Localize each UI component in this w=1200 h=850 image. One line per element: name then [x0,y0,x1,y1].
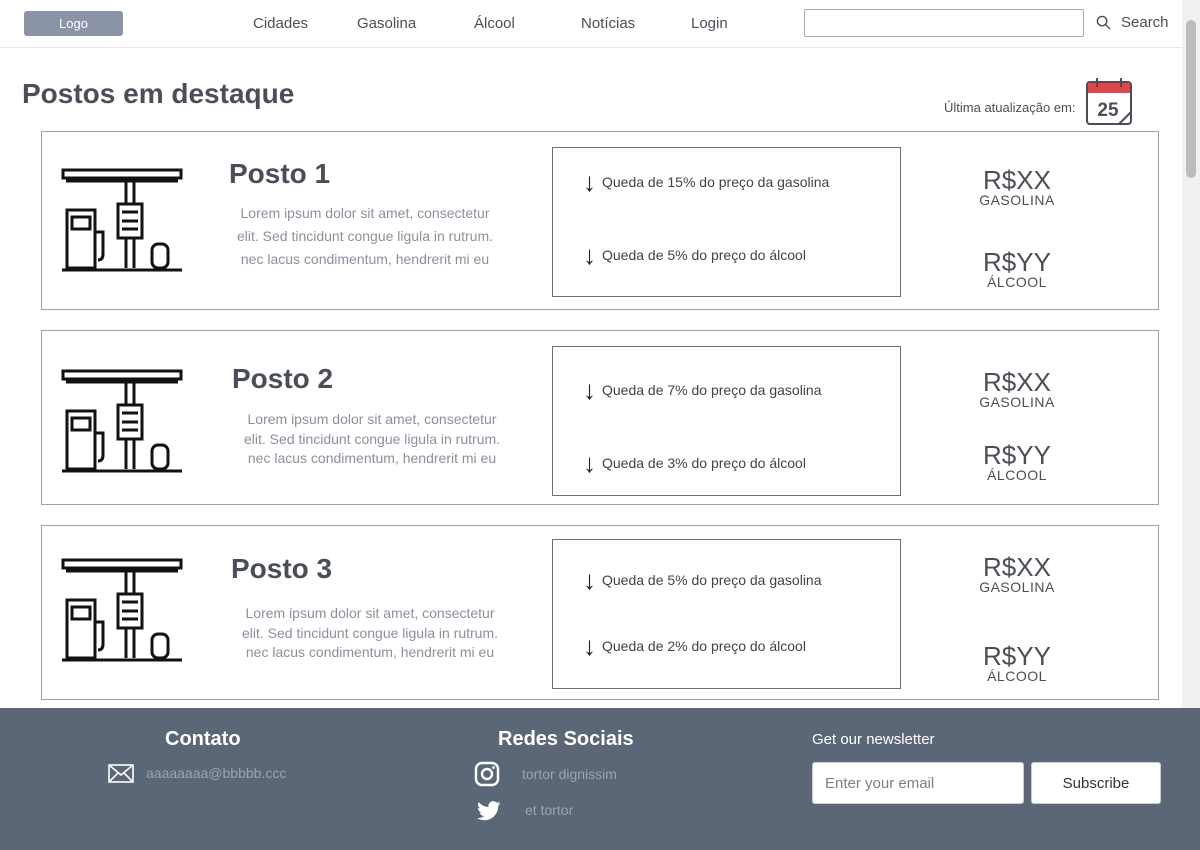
gas-station-icon [61,558,183,662]
search-label: Search [1121,14,1169,31]
calendar-icon: 25 [1086,78,1132,125]
newsletter-title: Get our newsletter [812,731,935,748]
arrow-down-icon: ↓ [583,375,596,405]
station-name[interactable]: Posto 2 [232,363,333,395]
footer: Contato aaaaaaaa@bbbbb.ccc Redes Sociais… [0,708,1200,850]
drop-alcohol: ↓ Queda de 2% do preço do álcool [583,631,806,661]
station-card-1[interactable]: Posto 1 Lorem ipsum dolor sit amet, cons… [41,131,1159,310]
station-description: Lorem ipsum dolor sit amet, consectetur … [236,205,494,267]
station-name[interactable]: Posto 1 [229,158,330,190]
mail-icon [108,764,134,783]
arrow-down-icon: ↓ [583,631,596,661]
social-instagram-label[interactable]: tortor dignissim [522,766,617,782]
scrollbar-thumb[interactable] [1186,20,1196,178]
logo[interactable]: Logo [24,11,123,36]
drop-gasoline: ↓ Queda de 7% do preço da gasolina [583,375,822,405]
newsletter-email-input[interactable] [812,762,1024,804]
price-alcohol: R$YY ÁLCOOL [983,247,1051,290]
page-title: Postos em destaque [22,78,295,109]
price-alcohol: R$YY ÁLCOOL [983,440,1051,483]
station-description: Lorem ipsum dolor sit amet, consectetur … [243,411,501,466]
price-drops-box: ↓ Queda de 15% do preço da gasolina ↓ Qu… [552,147,901,297]
price-drops-box: ↓ Queda de 5% do preço da gasolina ↓ Que… [552,539,901,689]
subscribe-button[interactable]: Subscribe [1031,762,1161,804]
drop-gasoline: ↓ Queda de 5% do preço da gasolina [583,565,822,595]
contact-title: Contato [165,728,241,750]
drop-gasoline: ↓ Queda de 15% do preço da gasolina [583,167,830,197]
social-title: Redes Sociais [498,728,634,750]
nav-link-noticias[interactable]: Notícias [581,15,635,32]
price-alcohol: R$YY ÁLCOOL [983,641,1051,684]
search-input[interactable] [804,9,1084,37]
nav-link-cidades[interactable]: Cidades [253,15,308,32]
arrow-down-icon: ↓ [583,565,596,595]
gas-station-icon [61,369,183,473]
drop-alcohol: ↓ Queda de 5% do preço do álcool [583,240,806,270]
station-card-3[interactable]: Posto 3 Lorem ipsum dolor sit amet, cons… [41,525,1159,700]
price-drops-box: ↓ Queda de 7% do preço da gasolina ↓ Que… [552,346,901,496]
nav-link-gasolina[interactable]: Gasolina [357,15,416,32]
arrow-down-icon: ↓ [583,240,596,270]
last-update-label: Última atualização em: [944,100,1076,115]
drop-alcohol: ↓ Queda de 3% do preço do álcool [583,448,806,478]
price-gasoline: R$XX GASOLINA [979,367,1055,410]
arrow-down-icon: ↓ [583,448,596,478]
station-card-2[interactable]: Posto 2 Lorem ipsum dolor sit amet, cons… [41,330,1159,505]
search-icon [1096,15,1111,30]
price-gasoline: R$XX GASOLINA [979,165,1055,208]
top-header: Logo Cidades Gasolina Álcool Notícias Lo… [0,0,1182,48]
instagram-icon[interactable] [474,761,500,787]
contact-email[interactable]: aaaaaaaa@bbbbb.ccc [146,765,286,781]
gas-station-icon [61,168,183,272]
calendar-day: 25 [1097,100,1119,121]
nav-link-login[interactable]: Login [691,15,728,32]
search-button[interactable]: Search [1096,14,1169,31]
social-twitter-label[interactable]: et tortor [525,802,573,818]
arrow-down-icon: ↓ [583,167,596,197]
station-name[interactable]: Posto 3 [231,553,332,585]
twitter-icon[interactable] [477,801,501,821]
station-description: Lorem ipsum dolor sit amet, consectetur … [241,605,499,660]
price-gasoline: R$XX GASOLINA [979,552,1055,595]
nav-link-alcool[interactable]: Álcool [474,15,515,32]
